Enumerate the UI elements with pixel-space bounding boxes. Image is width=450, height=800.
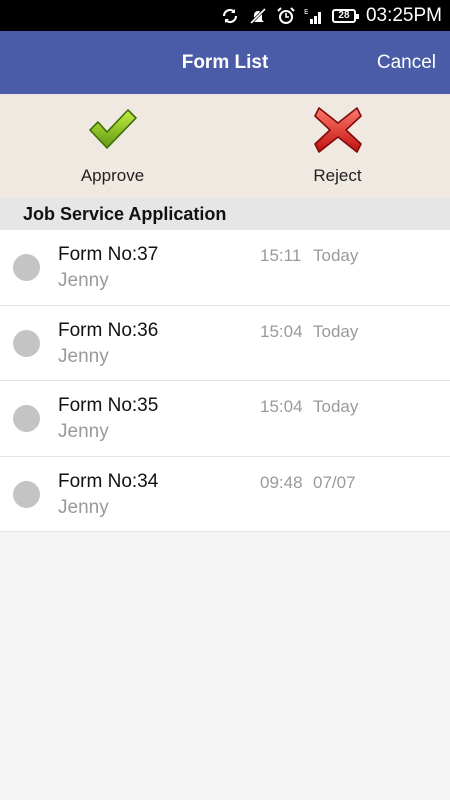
x-mark-icon xyxy=(314,107,362,153)
alarm-icon xyxy=(276,6,296,26)
title-bar: Form List Cancel xyxy=(0,31,450,94)
radio-button[interactable] xyxy=(13,480,40,508)
radio-button[interactable] xyxy=(13,254,40,281)
form-number: Form No:36 xyxy=(58,319,159,341)
approve-label: Approve xyxy=(80,166,145,185)
reject-label: Reject xyxy=(313,166,362,185)
form-number: Form No:35 xyxy=(58,395,159,416)
approve-button[interactable]: Approve xyxy=(0,94,225,198)
form-date: Today xyxy=(313,246,359,265)
action-bar: Approve Reject xyxy=(0,94,450,198)
form-time: 15:04 xyxy=(260,397,303,416)
mute-icon xyxy=(248,6,268,26)
form-number: Form No:37 xyxy=(58,244,159,265)
applicant-name: Jenny xyxy=(58,496,109,518)
applicant-name: Jenny xyxy=(58,421,109,442)
reject-button[interactable]: Reject xyxy=(225,94,450,198)
form-time: 15:04 xyxy=(260,321,303,341)
status-time: 03:25PM xyxy=(365,4,442,26)
signal-icon: E xyxy=(304,6,324,26)
svg-text:E: E xyxy=(304,8,308,16)
list-item[interactable]: Form No:37 Jenny 15:11 Today xyxy=(0,230,450,306)
sync-icon xyxy=(220,6,240,26)
form-date: Today xyxy=(313,321,359,341)
applicant-name: Jenny xyxy=(58,270,109,291)
form-number: Form No:34 xyxy=(58,470,159,492)
list-item[interactable]: Form No:36 Jenny 15:04 Today xyxy=(0,305,450,381)
checkmark-icon xyxy=(89,109,137,149)
list-item[interactable]: Form No:35 Jenny 15:04 Today xyxy=(0,381,450,457)
form-list: Form No:37 Jenny 15:11 Today Form No:36 … xyxy=(0,230,450,532)
form-time: 09:48 xyxy=(260,472,303,492)
cancel-button[interactable]: Cancel xyxy=(377,31,436,94)
section-header: Job Service Application xyxy=(0,198,450,230)
battery-icon: 28 xyxy=(331,8,359,23)
list-item[interactable]: Form No:34 Jenny 09:48 07/07 xyxy=(0,456,450,532)
radio-button[interactable] xyxy=(13,405,40,432)
form-time: 15:11 xyxy=(260,246,302,265)
status-bar: E 28 03:25PM xyxy=(0,0,450,31)
applicant-name: Jenny xyxy=(58,345,109,367)
form-date: 07/07 xyxy=(313,472,356,492)
radio-button[interactable] xyxy=(13,329,40,357)
section-title: Job Service Application xyxy=(23,204,227,224)
status-icons: E 28 03:25PM xyxy=(220,0,442,31)
form-date: Today xyxy=(313,397,359,416)
